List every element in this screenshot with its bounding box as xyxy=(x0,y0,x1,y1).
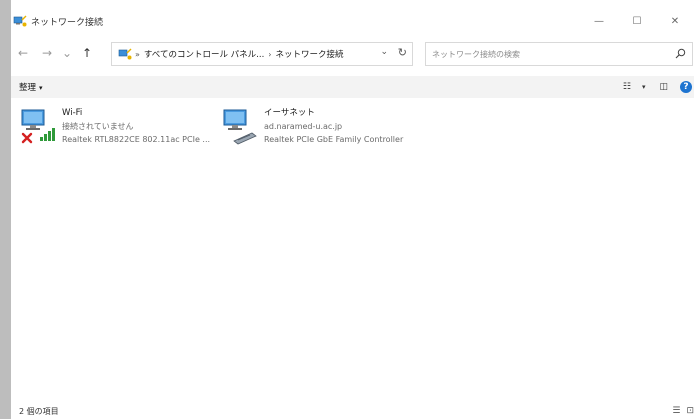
large-icons-view-icon[interactable]: ⊡ xyxy=(686,406,694,416)
title-bar: ネットワーク接続 — ☐ ✕ xyxy=(11,8,694,34)
view-dropdown-button[interactable]: ▾ xyxy=(636,76,652,98)
address-dropdown-icon[interactable]: ⌄ xyxy=(380,47,388,57)
window-controls: — ☐ ✕ xyxy=(580,8,694,34)
close-button[interactable]: ✕ xyxy=(656,8,694,34)
recent-locations-button[interactable]: ⌄ xyxy=(59,41,75,65)
forward-button[interactable]: → xyxy=(35,41,59,65)
connection-status: 接続されていません xyxy=(62,122,134,131)
search-box[interactable]: ネットワーク接続の検索 xyxy=(425,42,693,66)
connection-item-wifi[interactable]: Wi-Fi 接続されていません Realtek RTL8822CE 802.11… xyxy=(20,107,210,147)
address-bar[interactable]: » すべてのコントロール パネル... › ネットワーク接続 ⌄ ↻ xyxy=(111,42,413,66)
breadcrumb-network-connections[interactable]: ネットワーク接続 xyxy=(275,48,343,60)
network-connections-window: ネットワーク接続 — ☐ ✕ ← → ⌄ ↑ » すべてのコントロール パネル.… xyxy=(0,0,694,419)
window-title: ネットワーク接続 xyxy=(31,17,104,28)
maximize-button[interactable]: ☐ xyxy=(618,8,656,34)
breadcrumb-separator-icon: › xyxy=(268,49,272,59)
wifi-adapter-icon xyxy=(20,107,58,147)
organize-label: 整理 xyxy=(19,83,37,93)
item-count: 2 個の項目 xyxy=(19,406,59,416)
connection-details: イーサネット ad.naramed-u.ac.jp Realtek PCIe G… xyxy=(264,107,403,147)
preview-pane-icon: ◫ xyxy=(659,82,668,92)
breadcrumb-control-panel[interactable]: すべてのコントロール パネル... xyxy=(144,48,264,60)
network-connections-icon xyxy=(13,14,27,28)
connection-name: Wi-Fi xyxy=(62,108,83,118)
connection-device: Realtek PCIe GbE Family Controller xyxy=(264,135,404,144)
details-view-icon[interactable]: ☰ xyxy=(672,406,680,416)
minimize-button[interactable]: — xyxy=(580,8,618,34)
connection-name: イーサネット xyxy=(264,108,315,118)
connection-device: Realtek RTL8822CE 802.11ac PCIe ... xyxy=(62,135,211,144)
command-bar: 整理 ▾ ☷ ▾ ◫ ? xyxy=(11,76,694,98)
refresh-button[interactable]: ↻ xyxy=(398,46,407,59)
help-icon: ? xyxy=(680,81,692,93)
connection-details: Wi-Fi 接続されていません Realtek RTL8822CE 802.11… xyxy=(62,107,210,147)
navigation-bar: ← → ⌄ ↑ » すべてのコントロール パネル... › ネットワーク接続 ⌄… xyxy=(11,38,694,68)
view-switcher: ☰ ⊡ xyxy=(672,403,694,419)
connection-status: ad.naramed-u.ac.jp xyxy=(264,122,343,131)
preview-pane-button[interactable]: ◫ xyxy=(651,76,676,98)
chevron-down-icon: ▾ xyxy=(39,84,43,92)
breadcrumb-separator-icon: » xyxy=(135,49,140,59)
chevron-down-icon: ▾ xyxy=(641,83,646,91)
change-view-button[interactable]: ☷ xyxy=(618,76,636,98)
view-options-icon: ☷ xyxy=(622,82,631,92)
search-icon[interactable] xyxy=(675,48,686,59)
connection-item-ethernet[interactable]: イーサネット ad.naramed-u.ac.jp Realtek PCIe G… xyxy=(222,107,403,147)
back-button[interactable]: ← xyxy=(11,41,35,65)
ethernet-adapter-icon xyxy=(222,107,260,147)
help-button[interactable]: ? xyxy=(676,76,694,98)
control-panel-icon xyxy=(118,47,132,61)
search-input[interactable]: ネットワーク接続の検索 xyxy=(432,49,520,60)
up-button[interactable]: ↑ xyxy=(75,41,99,65)
status-bar: 2 個の項目 ☰ ⊡ xyxy=(11,403,694,419)
command-bar-right: ☷ ▾ ◫ ? xyxy=(618,76,694,98)
organize-menu[interactable]: 整理 ▾ xyxy=(19,81,43,93)
window-frame-left xyxy=(0,0,11,419)
